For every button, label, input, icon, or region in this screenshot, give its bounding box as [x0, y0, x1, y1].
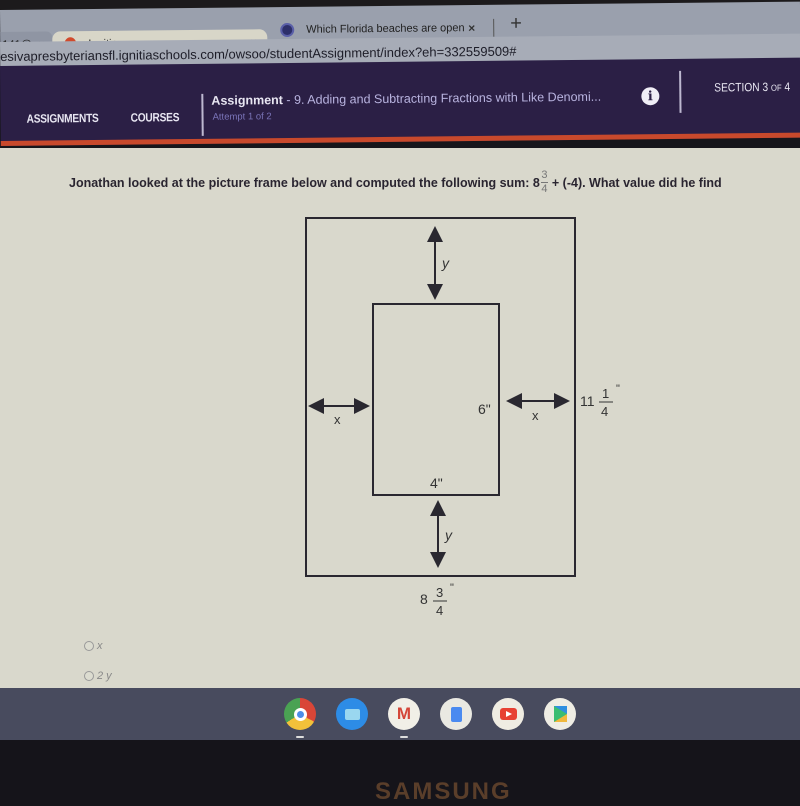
- inner-width-label: 4": [430, 475, 443, 491]
- mixed-number-fraction: 3 4: [540, 169, 548, 195]
- ignitia-navbar: ASSIGNMENTS COURSES Assignment - 9. Addi…: [0, 57, 800, 146]
- globe-icon: [280, 22, 295, 38]
- choice-label: 2 y: [97, 670, 112, 682]
- outer-height-numerator: 1: [602, 386, 609, 401]
- section-prefix: SECTION 3: [714, 79, 772, 95]
- assignment-name: - 9. Adding and Subtracting Fractions wi…: [282, 89, 602, 108]
- answer-choice[interactable]: x: [84, 640, 103, 652]
- left-gap-label: x: [334, 412, 341, 427]
- fraction-denominator: 4: [541, 183, 548, 195]
- new-tab-button[interactable]: +: [510, 13, 522, 36]
- assignment-content: Jonathan looked at the picture frame bel…: [0, 148, 800, 688]
- attempt-counter: Attempt 1 of 2: [212, 111, 272, 123]
- outer-width-numerator: 3: [436, 585, 443, 600]
- monitor-brand-logo: SAMSUNG: [375, 778, 512, 805]
- chromeos-shelf: M: [0, 688, 800, 740]
- running-indicator: [400, 736, 408, 738]
- nav-courses-link[interactable]: COURSES: [130, 110, 179, 125]
- section-of: OF: [770, 82, 782, 93]
- answer-choice[interactable]: 2 y: [84, 670, 112, 682]
- top-gap-label: y: [441, 255, 450, 271]
- tab-separator: [493, 18, 495, 37]
- inner-height-label: 6": [478, 401, 491, 417]
- outer-height-denominator: 4: [601, 404, 608, 419]
- gmail-glyph: M: [396, 704, 412, 723]
- outer-height-whole: 11: [580, 393, 595, 409]
- docs-icon[interactable]: [440, 698, 472, 730]
- question-text-end: + (-4). What value did he find: [551, 175, 722, 190]
- section-progress: SECTION 3 OF 4: [714, 80, 790, 95]
- info-icon[interactable]: i: [641, 87, 660, 106]
- outer-width-whole: 8: [420, 591, 428, 607]
- outer-width-inch-mark: ": [450, 582, 454, 594]
- gmail-icon[interactable]: M: [388, 698, 420, 738]
- radio-button[interactable]: [84, 641, 94, 651]
- section-total: 4: [781, 79, 791, 94]
- files-icon[interactable]: [336, 698, 368, 730]
- outer-height-inch-mark: ": [616, 383, 620, 395]
- nav-divider: [201, 93, 204, 136]
- chrome-icon[interactable]: [284, 698, 316, 738]
- bottom-gap-label: y: [444, 527, 453, 543]
- screen: 141@ × Ignitia × Which Florida beaches a…: [0, 0, 800, 805]
- youtube-icon[interactable]: [492, 698, 524, 730]
- question-text-start: Jonathan looked at the picture frame bel…: [69, 175, 540, 190]
- picture-frame-diagram: y y x x 6" 4" 11 1 4 " 8 3 4 ": [290, 208, 670, 643]
- nav-divider: [679, 70, 682, 113]
- right-gap-label: x: [532, 408, 539, 423]
- running-indicator: [296, 736, 304, 738]
- assignment-title: Assignment - 9. Adding and Subtracting F…: [211, 90, 601, 108]
- question-text: Jonathan looked at the picture frame bel…: [69, 170, 722, 195]
- radio-button[interactable]: [84, 671, 94, 681]
- assignment-label: Assignment: [211, 93, 283, 108]
- nav-assignments-link[interactable]: ASSIGNMENTS: [26, 111, 98, 126]
- outer-width-denominator: 4: [436, 603, 443, 618]
- fraction-numerator: 3: [541, 169, 548, 181]
- inner-picture: [372, 303, 500, 496]
- choice-label: x: [97, 640, 103, 652]
- play-store-icon[interactable]: [544, 698, 576, 730]
- close-tab-icon[interactable]: ×: [468, 21, 475, 35]
- tab-label: Which Florida beaches are open: [306, 22, 465, 36]
- outer-frame: [305, 217, 576, 577]
